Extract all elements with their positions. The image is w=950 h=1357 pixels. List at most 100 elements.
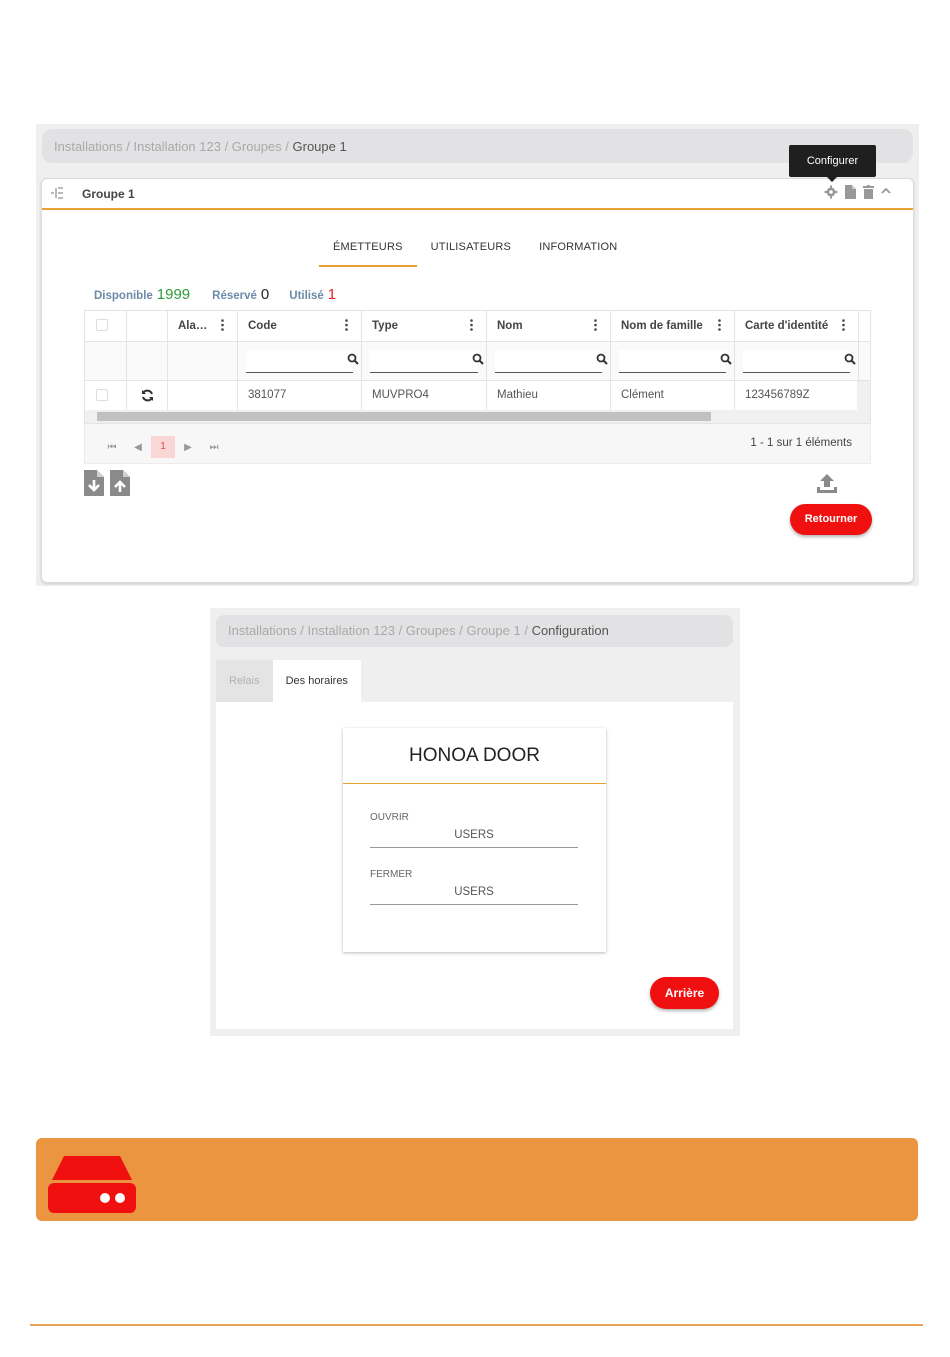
breadcrumb-item[interactable]: Installation 123 <box>134 139 221 154</box>
column-header-type[interactable]: Type <box>362 311 487 341</box>
tab-emetteurs[interactable]: ÉMETTEURS <box>319 235 417 267</box>
config-tab-bar: Relais Des horaires <box>216 660 361 702</box>
available-value: 1999 <box>156 286 191 303</box>
filter-cell-carte <box>735 342 859 380</box>
column-menu-icon[interactable] <box>594 319 597 331</box>
breadcrumb: Installations / Installation 123 / Group… <box>42 129 913 163</box>
tab-information[interactable]: INFORMATION <box>525 235 631 267</box>
page-number[interactable]: 1 <box>151 436 175 458</box>
breadcrumb-item[interactable]: Installations <box>54 139 123 154</box>
cell-nom-famille: Clément <box>611 381 735 411</box>
cell-carte: 123456789Z <box>735 381 859 411</box>
breadcrumb-item[interactable]: Groupes <box>406 623 456 638</box>
carte-filter-input[interactable] <box>743 350 856 373</box>
breadcrumb-item[interactable]: Groupe 1 <box>467 623 521 638</box>
column-header-nom[interactable]: Nom <box>487 311 611 341</box>
row-select-cell <box>85 381 127 411</box>
horizontal-scrollbar[interactable] <box>85 410 870 423</box>
column-header-carte[interactable]: Carte d'identité <box>735 311 859 341</box>
info-banner <box>36 1138 918 1221</box>
gear-icon[interactable] <box>824 185 838 199</box>
table-row[interactable]: 381077 MUVPRO4 Mathieu Clément 123456789… <box>85 381 870 411</box>
next-page-icon[interactable]: ▶ <box>175 442 201 453</box>
filter-cell-nom-famille <box>611 342 735 380</box>
back-button[interactable]: Arrière <box>650 977 719 1009</box>
configuration-screenshot: Installations / Installation 123 / Group… <box>210 608 740 1036</box>
group-panel: Groupe 1 ÉMETTEURS UTILISATEURS INFORMAT… <box>41 178 914 583</box>
tree-icon <box>51 187 63 199</box>
upload-icon[interactable] <box>816 472 838 494</box>
close-value: USERS <box>454 886 494 898</box>
close-field[interactable]: FERMER USERS <box>370 869 578 905</box>
nom-famille-filter-input[interactable] <box>619 350 732 373</box>
used-label: Utilisé <box>289 290 324 302</box>
code-filter-input[interactable] <box>246 350 359 373</box>
first-page-icon[interactable]: ⏮ <box>99 442 125 453</box>
breadcrumb-current: Configuration <box>531 623 609 638</box>
grid-filter-row <box>85 342 870 381</box>
row-action-cell <box>127 381 168 411</box>
file-download-icon[interactable] <box>84 470 104 496</box>
select-all-checkbox[interactable] <box>96 319 108 331</box>
used-value: 1 <box>327 286 337 303</box>
transmitters-grid: Ala… Code Type Nom Nom de famille Carte … <box>84 310 871 424</box>
filter-empty-cell <box>85 342 127 380</box>
type-filter-input[interactable] <box>370 350 484 373</box>
trash-icon[interactable] <box>863 185 874 199</box>
cell-code: 381077 <box>238 381 362 411</box>
tab-utilisateurs[interactable]: UTILISATEURS <box>417 235 525 267</box>
column-header-alarm[interactable]: Ala… <box>168 311 238 341</box>
panel-title: Groupe 1 <box>82 187 135 201</box>
server-icon <box>48 1156 136 1213</box>
file-upload-icon[interactable] <box>110 470 130 496</box>
pagination-bar: ⏮ ◀ 1 ▶ ⏭ 1 - 1 sur 1 éléments <box>84 424 871 464</box>
breadcrumb-item[interactable]: Installations <box>228 623 297 638</box>
tab-des-horaires[interactable]: Des horaires <box>272 660 361 702</box>
footer-divider <box>30 1324 923 1326</box>
search-icon[interactable] <box>347 353 359 365</box>
column-menu-icon[interactable] <box>345 319 348 331</box>
column-header-nom-famille[interactable]: Nom de famille <box>611 311 735 341</box>
column-menu-icon[interactable] <box>470 319 473 331</box>
scrollbar-thumb[interactable] <box>97 412 711 421</box>
filter-cell-type <box>362 342 487 380</box>
search-icon[interactable] <box>720 353 732 365</box>
nom-filter-input[interactable] <box>495 350 608 373</box>
column-menu-icon[interactable] <box>718 319 721 331</box>
column-menu-icon[interactable] <box>842 319 845 331</box>
filter-cell-code <box>238 342 362 380</box>
reserved-label: Réservé <box>212 290 257 302</box>
configure-tooltip: Configurer <box>789 145 876 182</box>
door-card: HONOA DOOR OUVRIR USERS FERMER USERS <box>343 728 606 952</box>
search-icon[interactable] <box>472 353 484 365</box>
row-checkbox[interactable] <box>96 389 108 401</box>
column-menu-icon[interactable] <box>221 319 224 331</box>
pagination-info: 1 - 1 sur 1 éléments <box>750 437 852 449</box>
action-header <box>127 311 168 341</box>
search-icon[interactable] <box>844 353 856 365</box>
filter-cell-nom <box>487 342 611 380</box>
cell-type: MUVPRO4 <box>362 381 487 411</box>
refresh-icon[interactable] <box>141 389 154 402</box>
breadcrumb-item[interactable]: Installation 123 <box>308 623 395 638</box>
pdf-icon[interactable] <box>845 185 856 199</box>
vertical-scrollbar[interactable] <box>857 381 870 411</box>
search-icon[interactable] <box>596 353 608 365</box>
column-header-code[interactable]: Code <box>238 311 362 341</box>
open-label: OUVRIR <box>370 812 409 823</box>
last-page-icon[interactable]: ⏭ <box>201 442 227 453</box>
tab-relais[interactable]: Relais <box>216 660 273 702</box>
available-label: Disponible <box>94 290 153 302</box>
reserved-value: 0 <box>260 286 270 303</box>
prev-page-icon[interactable]: ◀ <box>125 442 151 453</box>
cell-alarm <box>168 381 238 411</box>
open-field[interactable]: OUVRIR USERS <box>370 812 578 848</box>
panel-header: Groupe 1 <box>42 179 913 210</box>
close-label: FERMER <box>370 869 413 880</box>
chevron-up-icon[interactable] <box>881 185 891 199</box>
tab-bar: ÉMETTEURS UTILISATEURS INFORMATION <box>319 235 631 267</box>
open-value: USERS <box>454 829 494 841</box>
breadcrumb-item[interactable]: Groupes <box>232 139 282 154</box>
return-button[interactable]: Retourner <box>790 504 872 535</box>
door-title: HONOA DOOR <box>343 728 606 784</box>
